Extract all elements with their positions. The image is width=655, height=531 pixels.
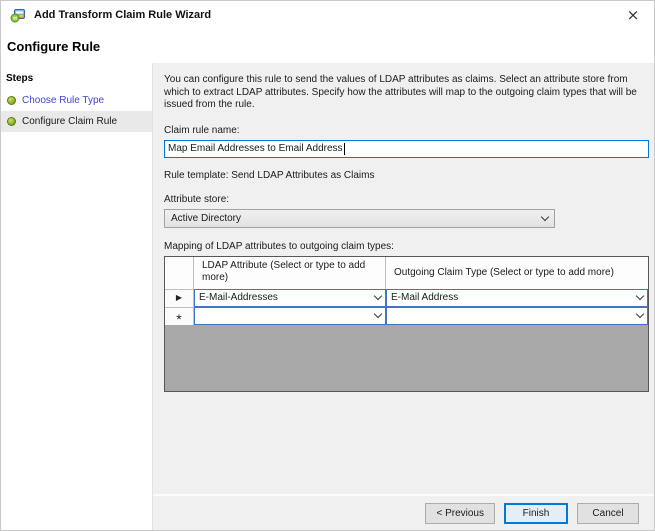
claim-rule-name-value: Map Email Addresses to Email Address <box>168 143 343 154</box>
chevron-down-icon <box>373 309 383 319</box>
outgoing-claim-type-column-header: Outgoing Claim Type (Select or type to a… <box>386 256 648 289</box>
configure-rule-panel: You can configure this rule to send the … <box>153 63 654 494</box>
ldap-attribute-value: E-Mail-Addresses <box>199 292 278 303</box>
ldap-mapping-table: LDAP Attribute (Select or type to add mo… <box>164 255 649 392</box>
outgoing-claim-type-dropdown-row2[interactable] <box>386 306 648 325</box>
outgoing-claim-type-value: E-Mail Address <box>391 292 459 303</box>
cancel-button[interactable]: Cancel <box>577 502 639 524</box>
outgoing-claim-type-dropdown-row1[interactable]: E-Mail Address <box>386 288 648 307</box>
table-row: E-Mail-Addresses <box>194 288 386 307</box>
step-label: Choose Rule Type <box>22 95 105 106</box>
ldap-attribute-dropdown-row1[interactable]: E-Mail-Addresses <box>194 288 386 307</box>
attribute-store-label: Attribute store: <box>164 193 230 205</box>
chevron-down-icon <box>635 291 645 301</box>
chevron-down-icon <box>635 309 645 319</box>
sidebar-item-choose-rule-type[interactable]: Choose Rule Type <box>1 90 152 111</box>
attribute-store-dropdown[interactable]: Active Directory <box>164 208 555 228</box>
new-row-indicator-icon: * <box>176 311 182 327</box>
close-icon[interactable]: × <box>620 4 646 26</box>
step-completed-icon <box>7 96 16 105</box>
chevron-down-icon <box>373 291 383 301</box>
claim-rule-name-label: Claim rule name: <box>164 124 240 136</box>
table-row <box>194 306 386 325</box>
previous-button[interactable]: < Previous <box>425 502 495 524</box>
ldap-attribute-dropdown-row2[interactable] <box>194 306 386 325</box>
row-selector-header <box>165 256 194 289</box>
finish-button[interactable]: Finish <box>504 502 568 524</box>
text-caret <box>343 142 345 155</box>
step-label: Configure Claim Rule <box>22 116 118 127</box>
claim-rule-name-input[interactable]: Map Email Addresses to Email Address <box>164 139 649 158</box>
table-row: E-Mail Address <box>386 288 648 307</box>
title-bar: Add Transform Claim Rule Wizard × <box>1 1 654 29</box>
wizard-button-bar: < Previous Finish Cancel <box>153 494 654 530</box>
sidebar-item-configure-claim-rule[interactable]: Configure Claim Rule <box>1 111 152 132</box>
rule-description-text: You can configure this rule to send the … <box>164 74 637 110</box>
steps-header: Steps <box>6 73 34 84</box>
window-title: Add Transform Claim Rule Wizard <box>34 9 212 21</box>
empty-grid-area <box>165 324 648 391</box>
step-completed-icon <box>7 117 16 126</box>
attribute-store-value: Active Directory <box>171 212 242 224</box>
add-transform-claim-rule-wizard-dialog: Add Transform Claim Rule Wizard × Config… <box>0 0 655 531</box>
table-row <box>386 306 648 325</box>
rule-template-text: Rule template: Send LDAP Attributes as C… <box>164 169 375 181</box>
chevron-down-icon <box>540 212 550 221</box>
current-row-indicator-icon: ▶ <box>175 293 183 302</box>
steps-sidebar: Steps Choose Rule Type Configure Claim R… <box>1 63 153 530</box>
ldap-attribute-column-header: LDAP Attribute (Select or type to add mo… <box>194 256 386 289</box>
new-row-indicator: * <box>165 306 194 327</box>
current-row-indicator: ▶ <box>165 288 194 307</box>
page-title: Configure Rule <box>1 29 654 63</box>
wizard-app-icon <box>10 9 25 23</box>
mapping-label: Mapping of LDAP attributes to outgoing c… <box>164 240 394 252</box>
